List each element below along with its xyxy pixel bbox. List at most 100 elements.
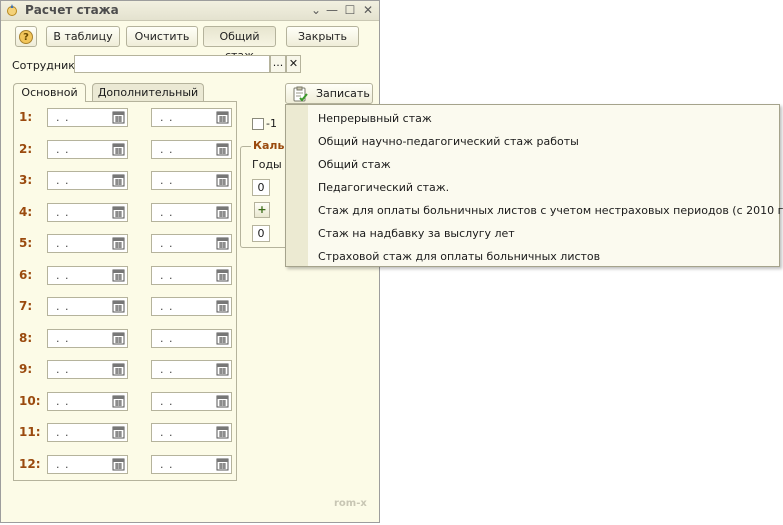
date-value: . . bbox=[56, 331, 70, 345]
date-from-input[interactable]: . . bbox=[47, 454, 128, 474]
calendar-icon[interactable] bbox=[216, 331, 230, 346]
menu-item[interactable]: Стаж на надбавку за выслугу лет bbox=[318, 227, 515, 240]
date-value: . . bbox=[160, 237, 174, 250]
title-bar[interactable]: Расчет стажа ⌄ — ☐ ✕ bbox=[1, 1, 379, 21]
row-label: 7: bbox=[19, 299, 33, 313]
date-value: . . bbox=[56, 426, 70, 439]
date-to-input[interactable]: . . bbox=[151, 171, 232, 190]
date-from-input[interactable]: . . bbox=[47, 360, 128, 379]
close-window-icon[interactable]: ✕ bbox=[359, 2, 377, 18]
calendar-icon[interactable] bbox=[112, 331, 126, 346]
calendar-icon[interactable] bbox=[112, 268, 126, 283]
close-button[interactable]: Закрыть bbox=[286, 26, 359, 47]
calendar-icon[interactable] bbox=[112, 173, 126, 188]
date-from-input[interactable]: . . bbox=[47, 202, 128, 222]
minus-one-label: -1 bbox=[266, 117, 277, 130]
date-to-input[interactable]: . . bbox=[151, 391, 232, 411]
date-value: . . bbox=[160, 111, 174, 124]
date-value: . . bbox=[160, 457, 174, 471]
minus-one-checkbox[interactable] bbox=[252, 118, 264, 130]
row-label: 11: bbox=[19, 425, 41, 439]
years-label: Годы bbox=[252, 158, 282, 171]
menu-item[interactable]: Педагогический стаж. bbox=[318, 181, 449, 194]
clear-button[interactable]: Очистить bbox=[126, 26, 198, 47]
date-to-input[interactable]: . . bbox=[151, 139, 232, 159]
save-button[interactable]: Записать bbox=[285, 83, 373, 104]
clipboard-check-icon bbox=[293, 86, 308, 102]
menu-item[interactable]: Общий научно-педагогический стаж работы bbox=[318, 135, 579, 148]
calendar-icon[interactable] bbox=[216, 110, 230, 125]
date-from-input[interactable]: . . bbox=[47, 265, 128, 285]
calendar-icon[interactable] bbox=[112, 110, 126, 125]
date-from-input[interactable]: . . bbox=[47, 328, 128, 348]
calendar-icon[interactable] bbox=[216, 394, 230, 409]
tab-additional[interactable]: Дополнительный bbox=[92, 83, 204, 101]
menu-item[interactable]: Стаж для оплаты больничных листов с учет… bbox=[318, 204, 783, 217]
date-value: . . bbox=[160, 426, 174, 439]
calendar-icon[interactable] bbox=[216, 236, 230, 251]
date-to-input[interactable]: . . bbox=[151, 202, 232, 222]
employee-select-button[interactable]: ... bbox=[270, 55, 286, 73]
employee-clear-icon[interactable]: ✕ bbox=[286, 55, 301, 73]
calendar-icon[interactable] bbox=[112, 362, 126, 377]
date-to-input[interactable]: . . bbox=[151, 454, 232, 474]
app-icon bbox=[7, 4, 17, 16]
date-to-input[interactable]: . . bbox=[151, 297, 232, 316]
date-from-input[interactable]: . . bbox=[47, 391, 128, 411]
save-label: Записать bbox=[316, 87, 370, 100]
row-label: 3: bbox=[19, 173, 33, 187]
menu-gutter bbox=[286, 105, 308, 266]
date-to-input[interactable]: . . bbox=[151, 328, 232, 348]
date-value: . . bbox=[160, 174, 174, 187]
calendar-icon[interactable] bbox=[112, 205, 126, 220]
calendar-icon[interactable] bbox=[216, 205, 230, 220]
date-to-input[interactable]: . . bbox=[151, 234, 232, 253]
date-value: . . bbox=[160, 268, 174, 282]
calendar-icon[interactable] bbox=[216, 142, 230, 157]
date-from-input[interactable]: . . bbox=[47, 297, 128, 316]
date-value: . . bbox=[56, 363, 70, 376]
calendar-icon[interactable] bbox=[216, 299, 230, 314]
minimize-icon[interactable]: — bbox=[323, 2, 341, 18]
date-value: . . bbox=[56, 394, 70, 408]
calendar-icon[interactable] bbox=[112, 457, 126, 472]
calendar-icon[interactable] bbox=[112, 236, 126, 251]
date-to-input[interactable]: . . bbox=[151, 108, 232, 127]
years-value[interactable]: 0 bbox=[252, 179, 270, 196]
menu-item[interactable]: Общий стаж bbox=[318, 158, 391, 171]
calendar-icon[interactable] bbox=[112, 394, 126, 409]
staj-type-dropdown: Непрерывный стаж Общий научно-педагогичес… bbox=[285, 104, 783, 267]
date-to-input[interactable]: . . bbox=[151, 360, 232, 379]
row-label: 4: bbox=[19, 204, 33, 219]
calendar-icon[interactable] bbox=[112, 299, 126, 314]
maximize-icon[interactable]: ☐ bbox=[341, 2, 359, 18]
date-value: . . bbox=[56, 457, 70, 471]
calendar-icon[interactable] bbox=[216, 425, 230, 440]
help-button[interactable]: ? bbox=[15, 26, 37, 47]
date-to-input[interactable]: . . bbox=[151, 423, 232, 442]
date-value: . . bbox=[56, 142, 70, 156]
date-from-input[interactable]: . . bbox=[47, 423, 128, 442]
date-from-input[interactable]: . . bbox=[47, 234, 128, 253]
calendar-icon[interactable] bbox=[216, 173, 230, 188]
date-value: . . bbox=[56, 268, 70, 282]
tab-main[interactable]: Основной bbox=[13, 83, 86, 102]
employee-input[interactable] bbox=[74, 55, 270, 73]
date-to-input[interactable]: . . bbox=[151, 265, 232, 285]
calendar-icon[interactable] bbox=[112, 425, 126, 440]
plus-button[interactable]: + bbox=[254, 202, 270, 218]
calendar-icon[interactable] bbox=[112, 142, 126, 157]
calendar-icon[interactable] bbox=[216, 268, 230, 283]
calendar-icon[interactable] bbox=[216, 457, 230, 472]
date-from-input[interactable]: . . bbox=[47, 139, 128, 159]
total-staj-button[interactable]: Общий стаж bbox=[203, 26, 276, 62]
date-from-input[interactable]: . . bbox=[47, 171, 128, 190]
employee-label: Сотрудник: bbox=[12, 59, 79, 72]
menu-item[interactable]: Непрерывный стаж bbox=[318, 112, 432, 125]
result-value[interactable]: 0 bbox=[252, 225, 270, 242]
date-from-input[interactable]: . . bbox=[47, 108, 128, 127]
calendar-icon[interactable] bbox=[216, 362, 230, 377]
to-table-button[interactable]: В таблицу bbox=[46, 26, 120, 47]
date-value: . . bbox=[160, 363, 174, 376]
menu-item[interactable]: Страховой стаж для оплаты больничных лис… bbox=[318, 250, 600, 263]
